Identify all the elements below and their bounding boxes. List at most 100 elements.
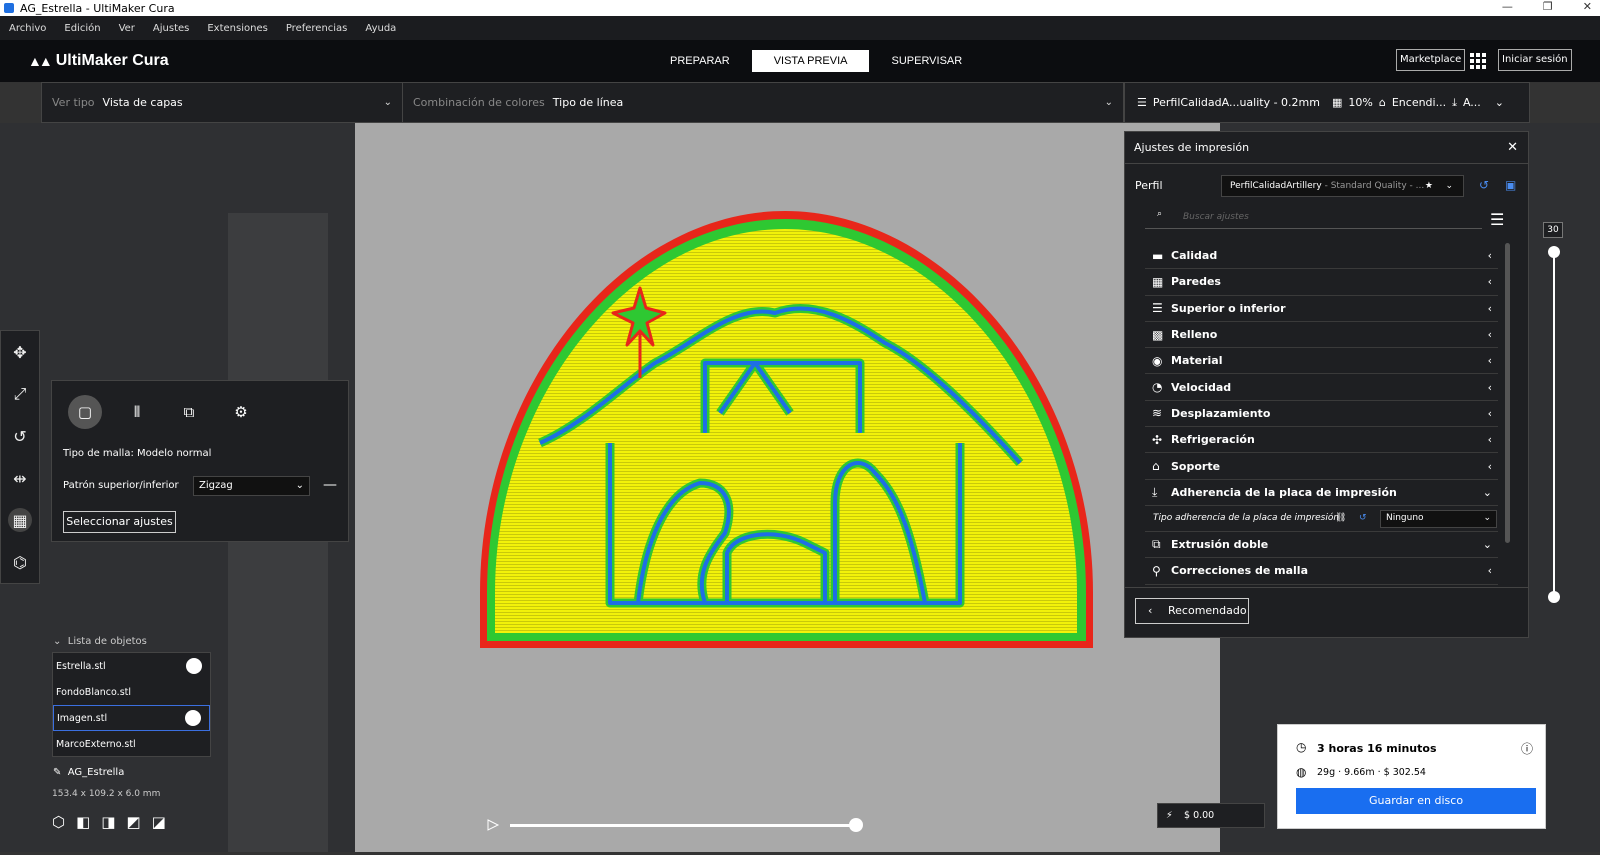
panel-title: Ajustes de impresión <box>1134 141 1250 154</box>
view-type-dropdown[interactable]: Ver tipo Vista de capas ⌄ <box>42 83 403 122</box>
marketplace-button[interactable]: Marketplace <box>1396 49 1466 71</box>
select-settings-button[interactable]: Seleccionar ajustes <box>63 511 176 533</box>
overlap-mesh-icon[interactable]: ⧉ <box>172 395 206 429</box>
chevron-down-icon: ⌄ <box>1483 512 1491 523</box>
cura-app-icon <box>4 3 14 13</box>
adhesion-value: A... <box>1462 96 1481 109</box>
layer-preview-model[interactable] <box>355 123 1220 852</box>
mirror-tool-icon[interactable]: ⇹ <box>8 466 32 490</box>
minimize-button[interactable]: — <box>1502 0 1513 13</box>
remove-setting-icon[interactable]: — <box>323 477 337 493</box>
adhesion-type-dropdown[interactable]: Ninguno ⌄ <box>1380 509 1497 528</box>
view-top-icon[interactable]: ◨ <box>101 813 115 831</box>
profile-label: Perfil <box>1135 179 1163 192</box>
search-input[interactable]: ⌕ Buscar ajustes <box>1145 207 1482 229</box>
category-paredes[interactable]: ▦ Paredes ‹ <box>1145 269 1498 296</box>
menu-archivo[interactable]: Archivo <box>9 23 46 34</box>
color-scheme-label: Combinación de colores <box>413 96 545 109</box>
settings-scrollbar[interactable] <box>1505 243 1510 543</box>
view-left-icon[interactable]: ◩ <box>126 813 140 831</box>
pencil-icon: ✎ <box>53 767 62 778</box>
logo: ▲▲ UltiMaker Cura <box>28 52 169 69</box>
category-desplazamiento[interactable]: ≋ Desplazamiento ‹ <box>1145 401 1498 428</box>
print-setup-bar[interactable]: ☰ PerfilCalidadA...uality - 0.2mm ▦ 10% … <box>1124 82 1530 123</box>
pattern-label: Patrón superior/inferior <box>63 480 179 491</box>
maximize-button[interactable]: ❐ <box>1543 0 1553 13</box>
category-relleno[interactable]: ▩ Relleno ‹ <box>1145 322 1498 349</box>
menu-icon[interactable]: ☰ <box>1490 210 1504 229</box>
pattern-dropdown[interactable]: Zigzag ⌄ <box>193 476 310 496</box>
menu-ayuda[interactable]: Ayuda <box>365 23 396 34</box>
category-refrigeracion[interactable]: ✣ Refrigeración ‹ <box>1145 427 1498 454</box>
info-icon[interactable]: ⓘ <box>1521 740 1533 757</box>
category-material[interactable]: ◉ Material ‹ <box>1145 348 1498 375</box>
tab-preparar[interactable]: PREPARAR <box>648 50 752 72</box>
close-icon[interactable]: ✕ <box>1507 140 1518 155</box>
menu-edicion[interactable]: Edición <box>64 23 100 34</box>
per-model-settings-icon[interactable]: ▦ <box>8 508 32 532</box>
sliders-icon: ☰ <box>1137 96 1147 109</box>
category-calidad[interactable]: ▬ Calidad ‹ <box>1145 243 1498 270</box>
model-dimensions: 153.4 x 109.2 x 6.0 mm <box>52 789 161 799</box>
project-name[interactable]: ✎ AG_Estrella <box>53 767 124 778</box>
category-velocidad[interactable]: ◔ Velocidad ‹ <box>1145 374 1498 401</box>
menu-ver[interactable]: Ver <box>119 23 135 34</box>
category-superior[interactable]: ☰ Superior o inferior ‹ <box>1145 296 1498 322</box>
chevron-down-icon: ⌄ <box>1445 181 1453 191</box>
signin-button[interactable]: Iniciar sesión <box>1498 49 1572 71</box>
extruder-dot-icon <box>185 710 201 726</box>
view-type-value: Vista de capas <box>102 96 183 109</box>
view-front-icon[interactable]: ◧ <box>76 813 90 831</box>
print-settings-panel: Ajustes de impresión ✕ Perfil PerfilCali… <box>1124 131 1529 638</box>
print-time: 3 horas 16 minutos <box>1317 742 1437 755</box>
support-blocker-icon[interactable]: ⌬ <box>8 550 32 574</box>
play-icon <box>487 819 500 831</box>
save-icon[interactable]: ▣ <box>1505 178 1516 192</box>
category-soporte[interactable]: ⌂ Soporte ‹ <box>1145 453 1498 480</box>
list-item[interactable]: MarcoExterno.stl <box>53 731 210 757</box>
view-3d-icon[interactable]: ⬡ <box>52 813 65 831</box>
category-adherencia[interactable]: ⤓ Adherencia de la placa de impresión ⌄ <box>1145 480 1498 506</box>
layer-slider[interactable] <box>1548 222 1560 607</box>
infill-value: 10% <box>1348 96 1373 109</box>
camera-views: ⬡ ◧ ◨ ◩ ◪ <box>52 813 166 831</box>
menu-bar: Archivo Edición Ver Ajustes Extensiones … <box>0 16 1600 40</box>
tool-bar: ✥ ⤢ ↺ ⇹ ▦ ⌬ <box>0 330 40 584</box>
menu-preferencias[interactable]: Preferencias <box>286 23 348 34</box>
path-slider-handle <box>849 818 863 832</box>
tab-vista-previa[interactable]: VISTA PREVIA <box>751 50 870 72</box>
window-title-bar: AG_Estrella - UltiMaker Cura — ❐ ✕ <box>0 0 1600 16</box>
category-extrusion-doble[interactable]: ⧉ Extrusión doble ⌄ <box>1145 532 1498 559</box>
recommended-button[interactable]: ‹ Recomendado <box>1135 598 1249 624</box>
list-item[interactable]: FondoBlanco.stl <box>53 679 210 705</box>
view-right-icon[interactable]: ◪ <box>152 813 166 831</box>
save-to-disk-button[interactable]: Guardar en disco <box>1296 788 1536 814</box>
apps-grid-icon[interactable] <box>1470 53 1486 69</box>
close-window-button[interactable]: ✕ <box>1583 0 1592 13</box>
menu-ajustes[interactable]: Ajustes <box>153 23 189 34</box>
layer-number[interactable]: 30 <box>1543 222 1563 238</box>
normal-model-icon[interactable]: ▢ <box>68 395 102 429</box>
link-icon[interactable]: ⛓ <box>1335 513 1346 523</box>
scale-tool-icon[interactable]: ⤢ <box>8 382 32 406</box>
object-list-toggle[interactable]: ⌄ Lista de objetos <box>53 636 147 647</box>
profile-dropdown[interactable]: PerfilCalidadArtillery - Standard Qualit… <box>1221 175 1464 197</box>
category-correcciones[interactable]: ⚲ Correcciones de malla ‹ <box>1145 558 1498 585</box>
color-scheme-dropdown[interactable]: Combinación de colores Tipo de línea ⌄ <box>403 83 1123 122</box>
infill-mesh-icon[interactable]: ⦀ <box>120 395 154 429</box>
reset-icon[interactable]: ↺ <box>1359 513 1367 523</box>
clock-icon: ◷ <box>1296 740 1307 754</box>
chevron-down-icon: ⌄ <box>1494 96 1505 109</box>
material-usage: 29g · 9.66m · $ 302.54 <box>1317 767 1426 778</box>
layer-upper-handle <box>1548 246 1560 258</box>
tab-supervisar[interactable]: SUPERVISAR <box>869 50 984 72</box>
support-mesh-icon[interactable]: ⚙ <box>224 395 258 429</box>
reset-icon[interactable]: ↺ <box>1479 178 1489 192</box>
list-item[interactable]: Imagen.stl <box>53 705 210 731</box>
move-tool-icon[interactable]: ✥ <box>8 340 32 364</box>
list-item[interactable]: Estrella.stl <box>53 653 210 679</box>
view-options-bar: Ver tipo Vista de capas ⌄ Combinación de… <box>41 82 1124 123</box>
menu-extensiones[interactable]: Extensiones <box>207 23 267 34</box>
rotate-tool-icon[interactable]: ↺ <box>8 424 32 448</box>
support-value: Encendi... <box>1391 96 1447 109</box>
